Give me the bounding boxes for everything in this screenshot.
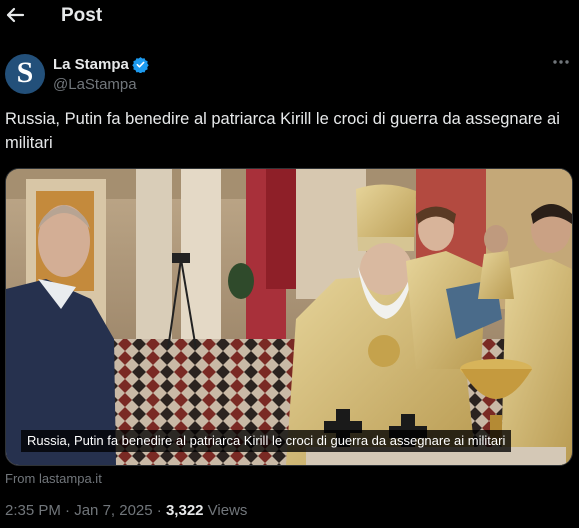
- more-dots-icon: [553, 60, 569, 64]
- top-bar: Post: [0, 0, 579, 34]
- post-meta: 2:35 PM · Jan 7, 2025 · 3,322 Views: [5, 502, 247, 519]
- views-count: 3,322: [165, 502, 204, 519]
- avatar[interactable]: S: [5, 54, 45, 94]
- page-title: Post: [61, 5, 103, 26]
- meta-separator: ·: [60, 502, 75, 519]
- views-label: Views: [203, 502, 248, 519]
- back-button[interactable]: [4, 4, 26, 26]
- avatar-logo: S: [16, 56, 34, 89]
- cathedral-scene-image: [6, 169, 572, 465]
- meta-separator: ·: [152, 502, 166, 519]
- tweet-text: Russia, Putin fa benedire al patriarca K…: [5, 110, 560, 152]
- author-name[interactable]: La Stampa: [53, 56, 129, 73]
- verified-badge-icon: [132, 57, 149, 73]
- post-date[interactable]: Jan 7, 2025: [74, 502, 152, 519]
- post-time[interactable]: 2:35 PM: [5, 502, 61, 519]
- media-caption: Russia, Putin fa benedire al patriarca K…: [21, 430, 512, 452]
- more-options-button[interactable]: [550, 52, 572, 72]
- arrow-left-icon: [6, 7, 25, 23]
- media-image[interactable]: [5, 168, 573, 466]
- author-handle[interactable]: @LaStampa: [53, 76, 137, 93]
- link-source[interactable]: From lastampa.it: [5, 471, 102, 486]
